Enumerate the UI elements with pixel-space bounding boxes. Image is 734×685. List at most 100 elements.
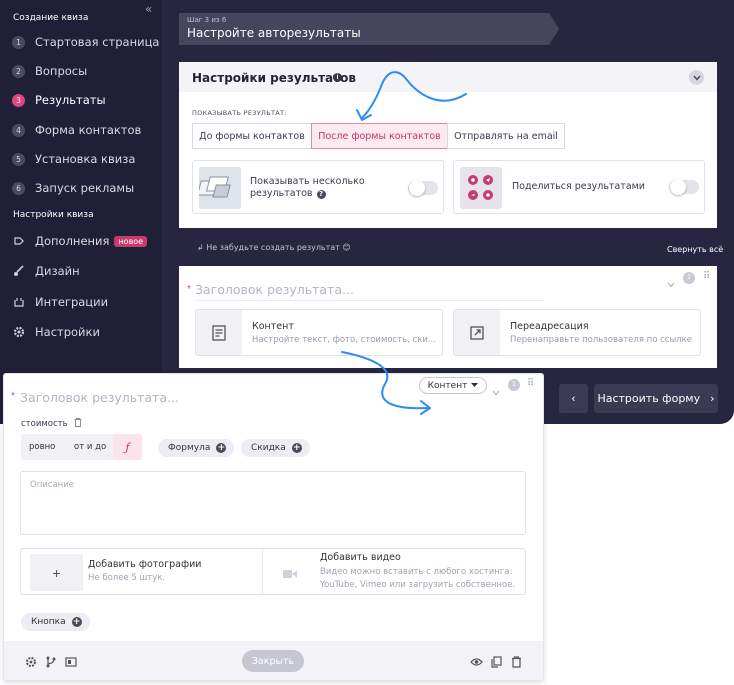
chevron-down-icon[interactable]	[689, 70, 704, 85]
back-button[interactable]: ‹	[559, 384, 588, 413]
add-video-title[interactable]: Добавить видео	[320, 552, 401, 563]
step-number: 5	[12, 152, 25, 166]
sidebar-item-label: Дополнения	[35, 234, 110, 248]
step-banner: Шаг 3 из 6 Настройте авторезультаты	[179, 13, 559, 45]
discount-label: Скидка	[251, 443, 286, 453]
sidebar-step-label: Вопросы	[35, 64, 88, 78]
editor-title-input[interactable]: Заголовок результата...	[20, 390, 179, 405]
share-results-illustration	[460, 167, 502, 209]
multiple-results-toggle[interactable]	[408, 180, 438, 196]
sidebar-item-integrations[interactable]: Интеграции	[12, 292, 108, 312]
chevron-down-icon[interactable]	[492, 383, 500, 401]
result-title-input[interactable]: Заголовок результата...	[195, 282, 354, 297]
external-link-icon	[454, 310, 500, 355]
sidebar-step-ads[interactable]: 6 Запуск рекламы	[12, 178, 134, 198]
sidebar-item-label: Настройки	[35, 325, 100, 339]
share-results-toggle[interactable]	[669, 179, 699, 195]
eye-icon[interactable]	[470, 655, 483, 667]
type-redirect-desc: Перенаправьте пользователя по ссылке	[510, 335, 692, 345]
step-number: 2	[12, 64, 25, 78]
trash-icon[interactable]	[74, 418, 82, 427]
integration-icon	[12, 296, 25, 309]
cost-field: стоимость	[21, 418, 82, 429]
reminder-text: ↲ Не забудьте создать результат 😊	[197, 243, 351, 252]
segment-before-form[interactable]: До формы контактов	[192, 123, 312, 149]
content-type-dropdown[interactable]: Контент	[419, 377, 487, 394]
configure-form-button[interactable]: Настроить форму ›	[594, 384, 718, 413]
arrow-return-icon: ↲	[197, 243, 204, 252]
type-redirect-card[interactable]: Переадресация Перенаправьте пользователя…	[453, 309, 701, 356]
copy-icon[interactable]	[490, 655, 502, 668]
segment-send-email[interactable]: Отправлять на email	[447, 123, 565, 149]
id-card-icon[interactable]	[65, 655, 77, 667]
type-redirect-title: Переадресация	[510, 321, 589, 332]
help-icon[interactable]: ?	[316, 190, 326, 199]
page-title: Настройте авторезультаты	[187, 26, 361, 40]
collapse-all-link[interactable]: Свернуть всё	[667, 245, 723, 254]
sidebar-step-label: Запуск рекламы	[35, 181, 135, 195]
price-mode-formula[interactable]: ƒ	[113, 434, 142, 460]
sidebar-step-label: Установка квиза	[35, 152, 136, 166]
info-icon[interactable]: i	[333, 73, 342, 82]
drag-handle-icon[interactable]: ⠿	[703, 271, 710, 282]
close-button[interactable]: Закрыть	[242, 650, 304, 672]
add-photo-title[interactable]: Добавить фотографии	[88, 559, 201, 570]
drag-handle-icon[interactable]: ⠿	[527, 378, 534, 389]
dropdown-label: Контент	[427, 380, 468, 391]
button-chip-label: Кнопка	[31, 617, 66, 627]
price-mode-range[interactable]: от и до	[74, 442, 106, 452]
required-star: *	[187, 284, 191, 295]
sidebar-step-start[interactable]: 1 Стартовая страница	[12, 32, 159, 52]
plus-icon: +	[216, 443, 227, 453]
gear-icon	[12, 326, 25, 339]
settings-gear-icon[interactable]	[25, 655, 37, 667]
description-textarea[interactable]: Описание	[20, 471, 526, 535]
formula-chip[interactable]: Формула +	[158, 439, 235, 457]
description-placeholder: Описание	[30, 480, 74, 490]
sidebar-item-label: Дизайн	[35, 264, 80, 278]
required-star: *	[11, 391, 15, 402]
collapse-sidebar-icon[interactable]: «	[145, 2, 152, 16]
sidebar-step-label: Результаты	[35, 93, 106, 107]
add-video-hint-2: YouTube, Vimeo или загрузить собственное…	[320, 580, 516, 590]
step-number: 6	[12, 181, 25, 195]
sidebar-step-contact-form[interactable]: 4 Форма контактов	[12, 120, 141, 140]
add-video-hint-1: Видео можно вставить с любого хостинга:	[320, 567, 513, 577]
share-results-label: Поделиться результатами	[512, 181, 645, 192]
segment-after-form[interactable]: После формы контактов	[311, 123, 448, 149]
sidebar-item-settings[interactable]: Настройки	[12, 322, 100, 342]
formula-label: Формула	[168, 443, 211, 453]
sidebar-item-design[interactable]: Дизайн	[12, 261, 80, 281]
result-number-badge: 1	[683, 272, 695, 284]
add-photo-button[interactable]: +	[30, 554, 83, 591]
card-header[interactable]: Настройки результатов i	[179, 62, 717, 92]
type-content-card[interactable]: Контент Настройте текст, фото, стоимость…	[195, 309, 443, 356]
plugin-icon	[12, 235, 25, 248]
editor-number-badge: 1	[508, 379, 520, 391]
trash-icon[interactable]	[511, 655, 523, 668]
card-title: Настройки результатов	[192, 71, 356, 85]
discount-chip[interactable]: Скидка +	[241, 439, 310, 457]
show-result-label: ПОКАЗЫВАТЬ РЕЗУЛЬТАТ:	[192, 109, 287, 117]
button-chip[interactable]: Кнопка +	[21, 613, 90, 631]
results-settings-card: Настройки результатов i ПОКАЗЫВАТЬ РЕЗУЛ…	[179, 62, 717, 228]
configure-form-label: Настроить форму	[597, 392, 701, 405]
chevron-down-icon[interactable]	[667, 275, 675, 293]
sidebar-step-results[interactable]: 3 Результаты	[12, 90, 106, 110]
sidebar-step-install[interactable]: 5 Установка квиза	[12, 149, 135, 169]
sidebar-item-addons[interactable]: Дополнения новое	[12, 231, 148, 251]
sidebar-step-label: Форма контактов	[35, 123, 142, 137]
new-badge: новое	[114, 235, 148, 247]
type-content-desc: Настройте текст, фото, стоимость, ски...	[252, 335, 437, 345]
multiple-results-label: Показывать несколько результатов	[250, 176, 365, 199]
price-mode-exact[interactable]: ровно	[29, 442, 55, 452]
caret-down-icon	[471, 383, 479, 387]
sidebar-item-label: Интеграции	[35, 295, 109, 309]
multiple-results-illustration	[196, 167, 241, 209]
plus-icon: +	[71, 617, 82, 627]
title-underline	[194, 300, 544, 301]
type-content-title: Контент	[252, 321, 294, 332]
option-multiple-results: Показывать несколько результатов?	[192, 160, 444, 214]
sidebar-step-questions[interactable]: 2 Вопросы	[12, 61, 87, 81]
branch-icon[interactable]	[45, 655, 57, 668]
